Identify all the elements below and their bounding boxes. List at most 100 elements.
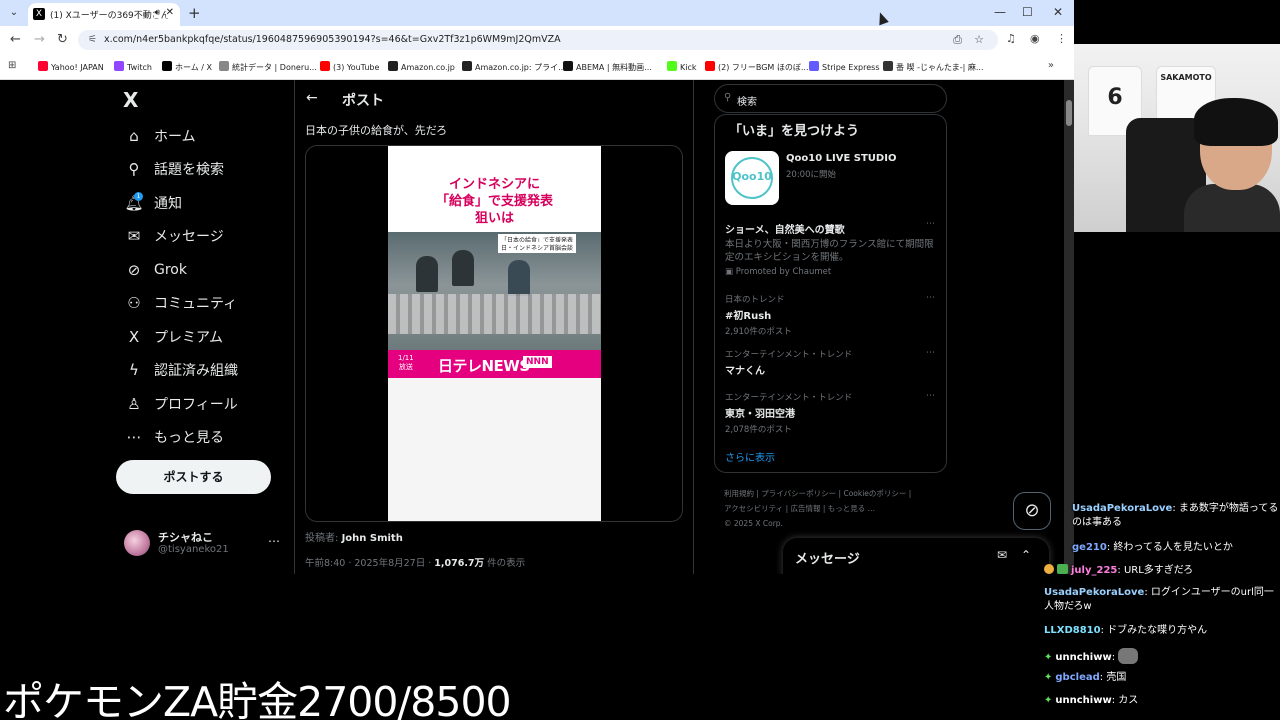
scrollbar-thumb[interactable] bbox=[1066, 100, 1072, 126]
nav-label: コミュニティ bbox=[154, 296, 238, 312]
nav-communities[interactable]: ⚇ コミュニティ bbox=[124, 291, 237, 315]
footer-link[interactable]: 広告情報 bbox=[790, 504, 820, 513]
nav-profile[interactable]: ♙ プロフィール bbox=[124, 392, 238, 416]
footer-link[interactable]: もっと見る … bbox=[828, 504, 875, 513]
bookmark-5[interactable]: Amazon.co.jp bbox=[388, 61, 455, 72]
nav-label: プロフィール bbox=[154, 397, 238, 413]
footer-links: 利用規約 | プライバシーポリシー | Cookieのポリシー | アクセシビリ… bbox=[724, 489, 912, 528]
news-banner: 1/11 放送 日テレNEWS NNN bbox=[388, 350, 601, 378]
footer-link[interactable]: Cookieのポリシー bbox=[843, 489, 906, 498]
bookmark-favicon-icon bbox=[162, 61, 172, 71]
browser-window: ⌄ X (1) Xユーザーの369不動さん 🔊︎ ✕ + — ☐ ✕ ← → ↻… bbox=[0, 0, 1074, 574]
post-media[interactable]: インドネシアに 「給食」で支援発表 狙いは 「日本の給食」で支援発表 日・インド… bbox=[305, 145, 683, 522]
trend-item[interactable]: 日本のトレンド #初Rush 2,910件のポスト ⋯ bbox=[725, 293, 939, 337]
search-input[interactable]: ⚲ 検索 bbox=[714, 84, 947, 113]
bookmark-10[interactable]: Stripe Express bbox=[809, 61, 880, 72]
bookmark-8[interactable]: Kick bbox=[667, 61, 697, 72]
bookmark-favicon-icon bbox=[667, 61, 677, 71]
browser-toolbar: ← → ↻ ⚟ x.com/n4er5bankpkqfqe/status/196… bbox=[0, 26, 1074, 54]
back-icon[interactable]: ← bbox=[10, 32, 21, 47]
account-name: チシャねこ bbox=[158, 531, 213, 544]
more-dots-icon[interactable]: ⋯ bbox=[926, 391, 935, 401]
scene-figure bbox=[452, 250, 474, 286]
bookmark-3[interactable]: 統計データ | Doneru... bbox=[219, 61, 317, 73]
nav-messages[interactable]: ✉ メッセージ bbox=[124, 224, 224, 248]
footer-link[interactable]: プライバシーポリシー bbox=[761, 489, 836, 498]
active-tab[interactable]: X (1) Xユーザーの369不動さん 🔊︎ ✕ bbox=[28, 3, 180, 26]
install-app-icon[interactable]: ⎙ bbox=[953, 33, 962, 47]
trend-item[interactable]: エンターテインメント・トレンド マナくん ⋯ bbox=[725, 348, 939, 377]
bookmark-0[interactable]: Yahoo! JAPAN bbox=[38, 61, 104, 72]
speaker-icon[interactable]: 🔊︎ bbox=[154, 8, 160, 18]
apps-grid-icon[interactable]: ⊞ bbox=[8, 60, 16, 71]
close-tab-icon[interactable]: ✕ bbox=[165, 7, 174, 18]
site-info-icon[interactable]: ⚟ bbox=[88, 34, 97, 45]
bookmark-4[interactable]: (3) YouTube bbox=[320, 61, 379, 72]
column-divider bbox=[294, 80, 295, 574]
promoted-icon: ▣ bbox=[725, 267, 736, 277]
minimize-icon[interactable]: — bbox=[994, 5, 1006, 19]
video-player[interactable]: インドネシアに 「給食」で支援発表 狙いは 「日本の給食」で支援発表 日・インド… bbox=[388, 146, 601, 521]
video-headline-2: 「給食」で支援発表 bbox=[435, 194, 553, 209]
bookmark-favicon-icon bbox=[883, 61, 893, 71]
tab-search-icon[interactable]: ⌄ bbox=[6, 5, 22, 21]
nav-label: メッセージ bbox=[154, 229, 224, 245]
nav-more[interactable]: ⋯ もっと見る bbox=[124, 425, 225, 449]
bookmark-favicon-icon bbox=[563, 61, 573, 71]
post-button[interactable]: ポストする bbox=[116, 460, 271, 494]
bookmark-2[interactable]: ホーム / X bbox=[162, 61, 212, 73]
footer-link[interactable]: 利用規約 bbox=[724, 489, 754, 498]
new-message-icon[interactable]: ✉ bbox=[997, 548, 1007, 562]
screen: ⌄ X (1) Xユーザーの369不動さん 🔊︎ ✕ + — ☐ ✕ ← → ↻… bbox=[0, 0, 1280, 720]
post-time[interactable]: 午前8:40 · 2025年8月27日 · bbox=[305, 558, 434, 569]
post-author: 投稿者: John Smith bbox=[305, 533, 403, 544]
new-tab-icon[interactable]: + bbox=[188, 4, 201, 22]
show-more-link[interactable]: さらに表示 bbox=[725, 449, 775, 464]
nav-home[interactable]: ⌂ ホーム bbox=[124, 124, 195, 148]
bookmark-star-icon[interactable]: ☆ bbox=[974, 33, 984, 46]
nav-label: 認証済み組織 bbox=[154, 363, 238, 379]
nav-label: もっと見る bbox=[154, 430, 224, 446]
bookmark-1[interactable]: Twitch bbox=[114, 61, 152, 72]
footer-link[interactable]: アクセシビリティ bbox=[724, 504, 783, 513]
nav-grok[interactable]: ⊘ Grok bbox=[124, 258, 187, 282]
reload-icon[interactable]: ↻ bbox=[57, 32, 68, 47]
messages-drawer[interactable]: メッセージ ✉ ⌃ bbox=[783, 538, 1049, 574]
bookmark-favicon-icon bbox=[38, 61, 48, 71]
bookmark-11[interactable]: 番 喫 -じゃんたま-| 麻... bbox=[883, 61, 984, 73]
nav-verified-orgs[interactable]: ϟ 認証済み組織 bbox=[124, 358, 238, 382]
window-close-icon[interactable]: ✕ bbox=[1053, 5, 1063, 19]
bookmark-9[interactable]: (2) フリーBGM ほのぼ... bbox=[705, 61, 809, 73]
trend-item[interactable]: エンターテインメント・トレンド 東京・羽田空港 2,078件のポスト ⋯ bbox=[725, 391, 939, 435]
back-arrow-icon[interactable]: ← bbox=[306, 90, 318, 106]
more-dots-icon[interactable]: ⋯ bbox=[926, 348, 935, 358]
address-bar[interactable]: ⚟ x.com/n4er5bankpkqfqe/status/196048759… bbox=[78, 30, 998, 50]
media-control-icon[interactable]: ♫ bbox=[1006, 32, 1016, 45]
bookmark-7[interactable]: ABEMA | 無料動画... bbox=[563, 61, 652, 73]
promo-item[interactable]: ショーメ、自然美への賛歌 本日より大阪・関西万博のフランス館にて期間限定のエキシ… bbox=[725, 219, 939, 277]
expand-up-icon[interactable]: ⌃ bbox=[1021, 548, 1031, 562]
bookmarks-bar: ⊞ Yahoo! JAPAN Twitch ホーム / X 統計データ | Do… bbox=[0, 54, 1074, 80]
bookmark-favicon-icon bbox=[320, 61, 330, 71]
nav-notifications[interactable]: 🔔︎ 通知 bbox=[124, 191, 182, 215]
menu-kebab-icon[interactable]: ⋮ bbox=[1056, 32, 1067, 45]
more-dots-icon[interactable]: ⋯ bbox=[268, 534, 280, 548]
account-switcher[interactable]: チシャねこ @tisyaneko21 ⋯ bbox=[124, 528, 284, 560]
forward-icon[interactable]: → bbox=[34, 32, 45, 47]
profile-icon[interactable]: ◉ bbox=[1030, 32, 1040, 45]
live-name[interactable]: Qoo10 LIVE STUDIO bbox=[786, 153, 896, 164]
author-name[interactable]: John Smith bbox=[342, 533, 403, 544]
maximize-icon[interactable]: ☐ bbox=[1022, 5, 1033, 19]
more-dots-icon[interactable]: ⋯ bbox=[926, 219, 935, 229]
video-headline-area: インドネシアに 「給食」で支援発表 狙いは bbox=[388, 146, 601, 232]
nav-explore[interactable]: ⚲ 話題を検索 bbox=[124, 157, 225, 181]
qoo10-logo[interactable]: Qoo10 bbox=[725, 151, 779, 205]
video-headline-1: インドネシアに bbox=[448, 177, 540, 192]
tab-title: (1) Xユーザーの369不動さん bbox=[50, 11, 170, 21]
bookmarks-overflow-icon[interactable]: » bbox=[1048, 60, 1054, 71]
bookmark-6[interactable]: Amazon.co.jp: プライ... bbox=[462, 61, 566, 73]
nav-premium[interactable]: X プレミアム bbox=[124, 325, 223, 349]
x-logo-icon[interactable]: X bbox=[123, 88, 138, 112]
more-dots-icon[interactable]: ⋯ bbox=[926, 293, 935, 303]
streamer-hair bbox=[1194, 98, 1278, 146]
